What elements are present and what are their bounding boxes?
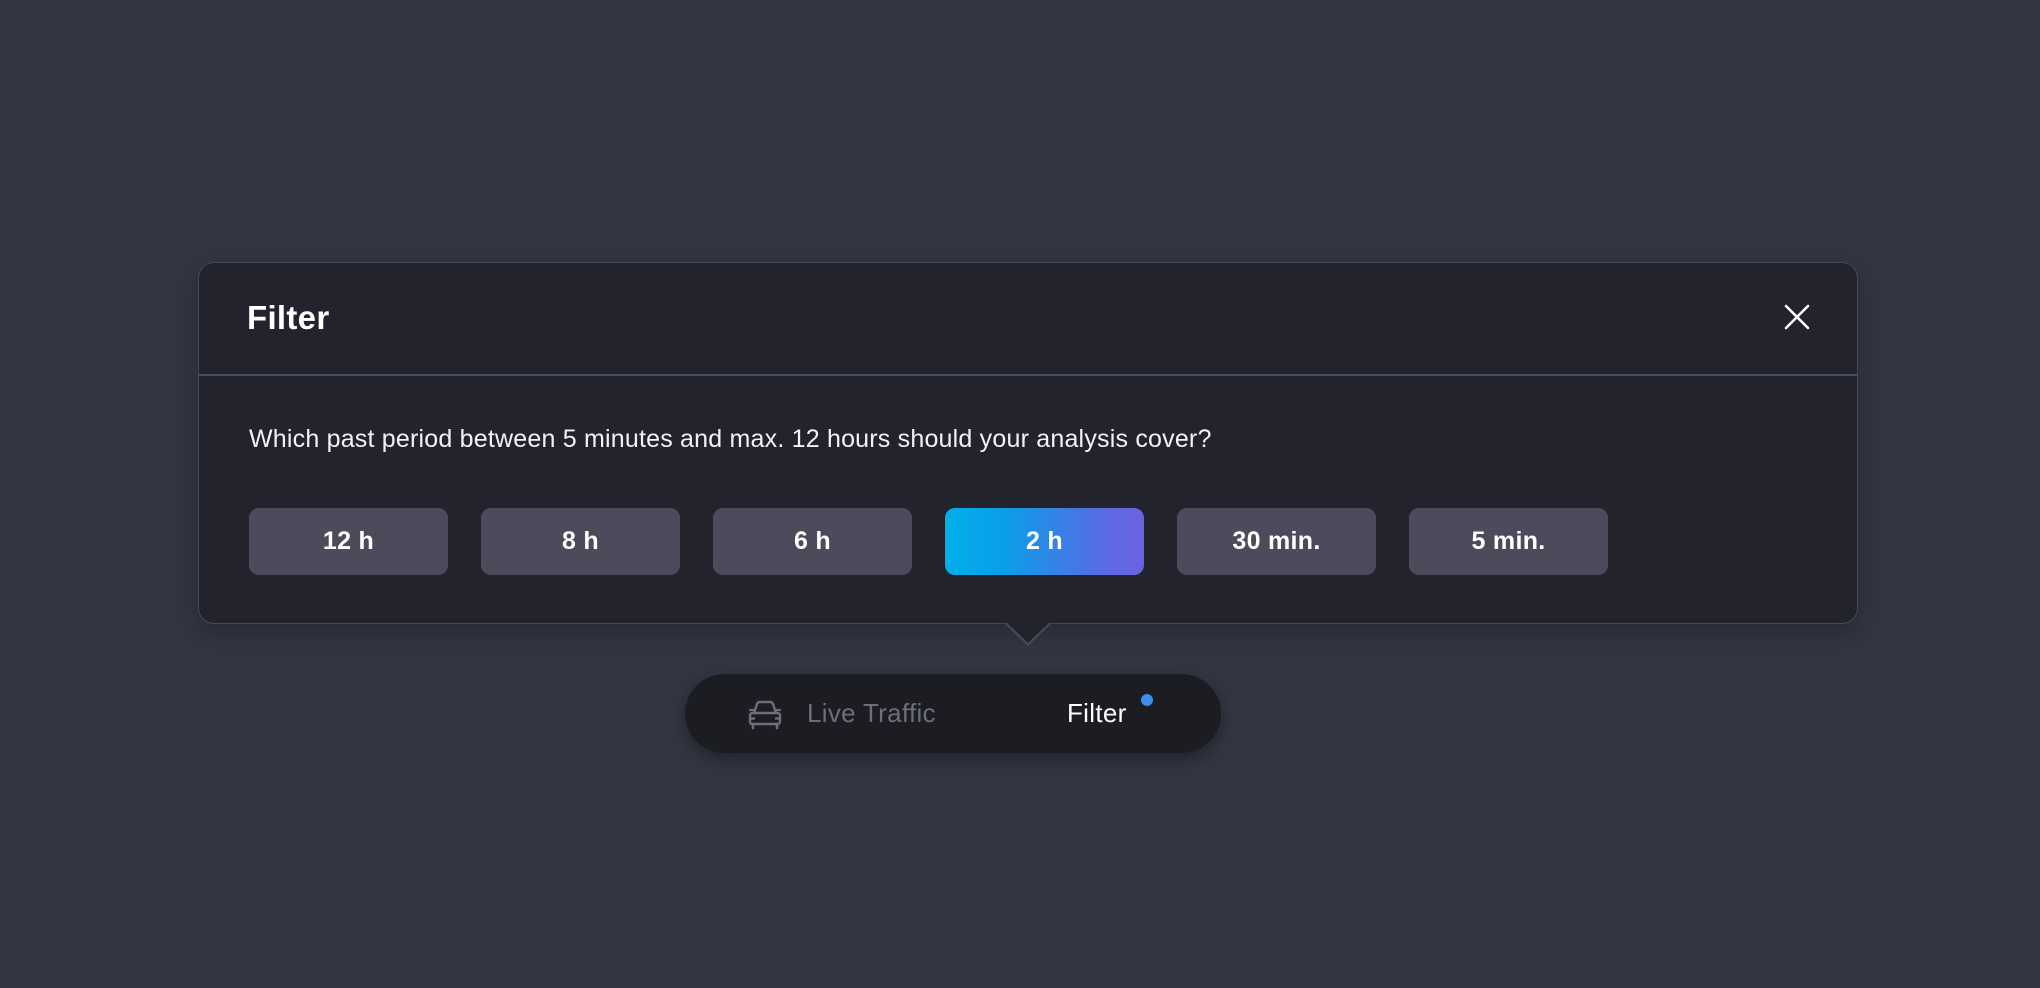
sliders-icon xyxy=(1006,695,1044,732)
dialog-title: Filter xyxy=(247,299,330,336)
period-option-6h[interactable]: 6 h xyxy=(713,508,912,575)
filter-label: Filter xyxy=(1067,698,1127,728)
dialog-header: Filter xyxy=(199,263,1857,376)
period-option-12h[interactable]: 12 h xyxy=(249,508,448,575)
period-question: Which past period between 5 minutes and … xyxy=(249,425,1212,453)
period-option-8h[interactable]: 8 h xyxy=(481,508,680,575)
filter-dialog: Filter Which past period between 5 minut… xyxy=(198,262,1858,624)
dialog-caret-fill xyxy=(1006,622,1050,643)
live-traffic-button[interactable]: Live Traffic xyxy=(745,674,936,753)
car-icon xyxy=(748,700,782,729)
filter-button[interactable]: Filter xyxy=(1005,674,1127,753)
period-option-5min[interactable]: 5 min. xyxy=(1409,508,1608,575)
live-traffic-label: Live Traffic xyxy=(807,698,936,728)
period-option-30min[interactable]: 30 min. xyxy=(1177,508,1376,575)
bottom-toolbar: Live Traffic Filter xyxy=(685,674,1221,753)
period-options: 12 h 8 h 6 h 2 h 30 min. 5 min. xyxy=(249,508,1641,575)
close-icon xyxy=(1784,304,1810,330)
stage: Filter Which past period between 5 minut… xyxy=(0,0,2040,988)
filter-active-badge xyxy=(1141,694,1153,706)
close-button[interactable] xyxy=(1777,297,1817,337)
period-option-2h[interactable]: 2 h xyxy=(945,508,1144,575)
